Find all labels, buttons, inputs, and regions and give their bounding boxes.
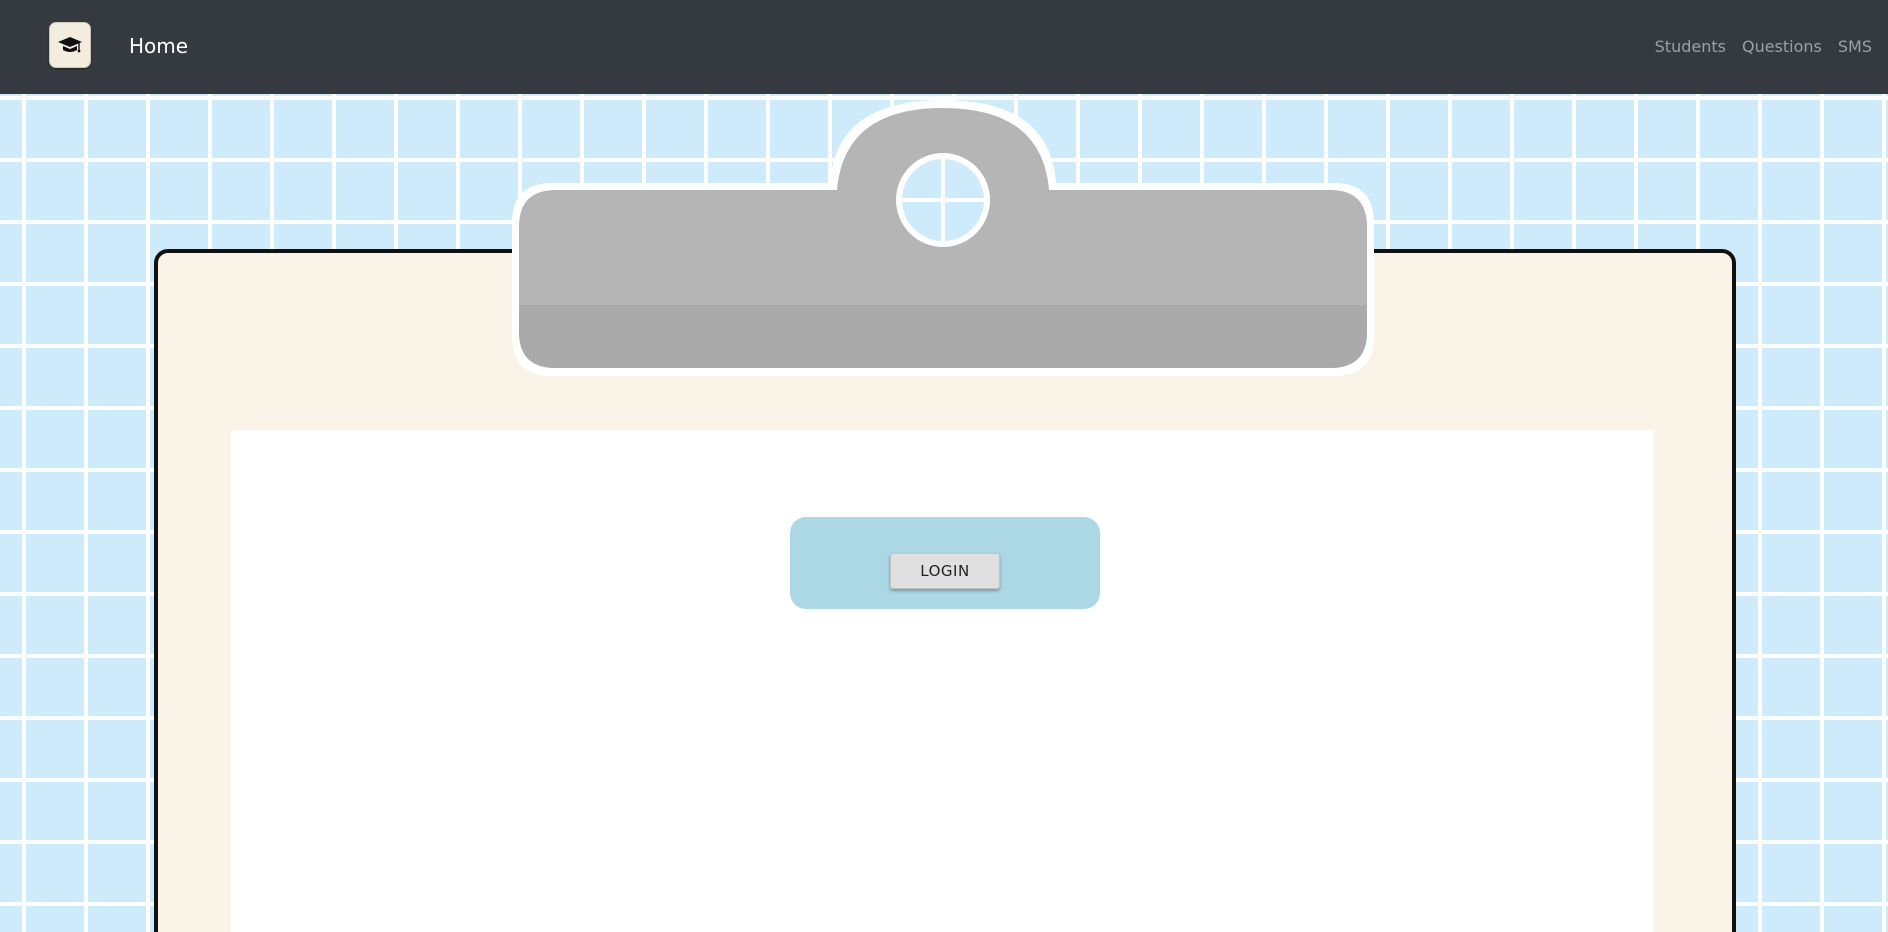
page-title[interactable]: Home [129, 34, 188, 58]
nav-link-sms[interactable]: SMS [1838, 37, 1872, 56]
login-button[interactable]: LOGIN [890, 553, 1000, 589]
clipboard-clip [512, 100, 1374, 376]
nav-link-questions[interactable]: Questions [1742, 37, 1822, 56]
paper-sheet [231, 430, 1654, 932]
nav-links: Students Questions SMS [1655, 37, 1872, 56]
brand-logo[interactable] [49, 22, 91, 68]
nav-link-students[interactable]: Students [1655, 37, 1726, 56]
login-card: LOGIN [790, 517, 1100, 609]
navbar: Home Students Questions SMS [0, 0, 1888, 94]
graduation-cap-icon [58, 37, 82, 53]
